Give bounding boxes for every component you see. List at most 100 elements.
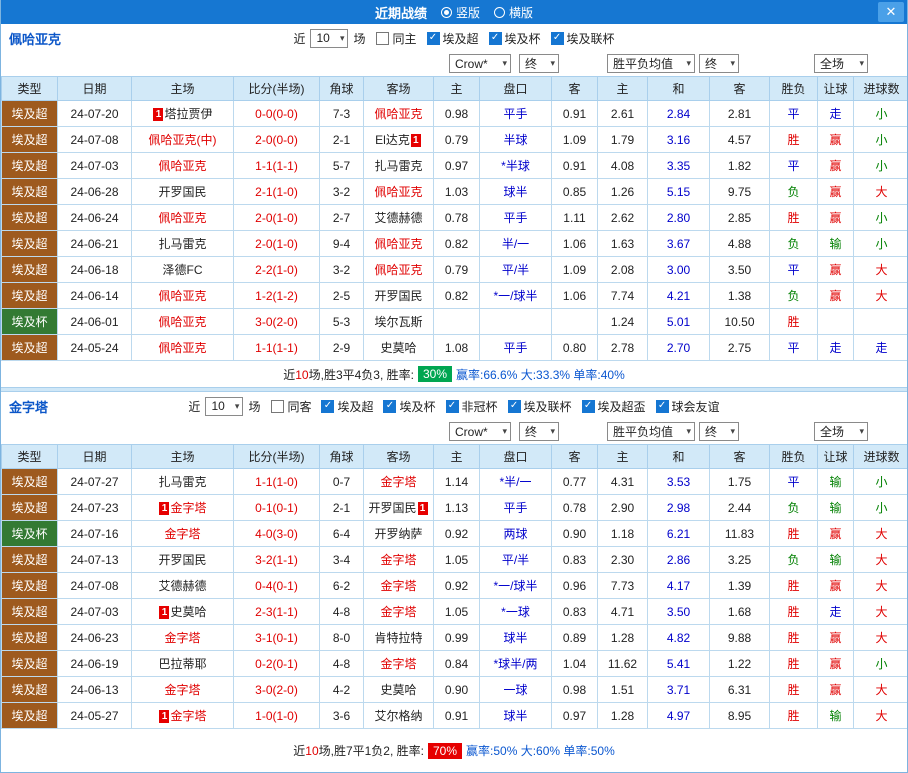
corner-cell: 0-7 [319,468,364,495]
checkbox-icon[interactable]: ✓ [426,31,440,45]
team-name-text: 金字塔 [164,527,201,541]
column-header: 客 [709,76,770,101]
handicap-result-cell: 赢 [817,650,854,677]
filter-checkbox[interactable]: ✓ 埃及超盃 [581,398,646,415]
handicap-cell [479,308,552,335]
column-header: 和 [647,444,710,469]
layout-radio-vertical[interactable]: 竖版 [440,4,480,21]
score-cell: 3-0(2-0) [233,308,320,335]
match-row: 埃及超 24-07-13 开罗国民 3-2(1-1) 3-4 金字塔 1.05 平/半 0.83… [1,546,907,573]
result-cell: 胜 [769,624,818,651]
summary-text: 近10场,胜3平4负3, 胜率: [283,366,414,383]
bookmaker-select[interactable]: Crow* [449,54,511,73]
euro-home-cell: 1.79 [597,126,648,153]
team-name-text: 金字塔 [380,553,417,567]
checkbox-icon[interactable] [271,399,285,413]
checkbox-icon[interactable]: ✓ [445,399,459,413]
home-team-cell: 佩哈亚克 [131,204,234,231]
filter-checkbox[interactable]: ✓ 埃及联杯 [507,398,572,415]
radio-horizontal-label: 横版 [509,5,534,20]
handicap-cell: 平手 [479,494,552,521]
filter-checkbox[interactable]: 同客 [271,398,311,415]
avg-time-select[interactable]: 终 [699,54,739,73]
checkbox-icon[interactable]: ✓ [581,399,595,413]
euro-away-cell: 1.22 [709,650,770,677]
team-name-text: 佩哈亚克 [374,263,423,277]
close-icon[interactable]: ✕ [878,2,904,22]
corner-cell: 6-4 [319,520,364,547]
handicap-result-cell: 赢 [817,572,854,599]
filter-checkbox[interactable]: ✓ 非冠杯 [445,398,498,415]
radio-selected-icon[interactable] [440,6,452,18]
match-count-select[interactable]: 10 [205,396,244,416]
bookmaker-select[interactable]: Crow* [449,422,511,441]
result-cell: 胜 [769,126,818,153]
match-row: 埃及超 24-06-21 扎马雷克 2-0(1-0) 9-4 佩哈亚克 0.82 半/一 1.0… [1,230,907,257]
avg-type-select[interactable]: 胜平负均值 [607,422,695,441]
checkbox-icon[interactable]: ✓ [507,399,521,413]
away-team-cell: 开罗国民 [363,282,434,309]
home-team-cell: 佩哈亚克 [131,334,234,361]
handicap-cell: 球半 [479,624,552,651]
scope-value: 全场 [820,57,845,71]
odds-time-select[interactable]: 终 [519,422,559,441]
filter-checkbox[interactable]: ✓ 埃及杯 [488,30,541,47]
corner-cell: 3-4 [319,546,364,573]
home-team-cell: 佩哈亚克 [131,308,234,335]
corner-cell: 7-3 [319,100,364,127]
away-odds-cell [551,308,598,335]
match-date-cell: 24-06-19 [57,650,132,677]
radio-unselected-icon[interactable] [494,6,505,18]
filter-checkbox[interactable]: ✓ 球会友谊 [655,398,720,415]
filter-checkbox[interactable]: ✓ 埃及超 [321,398,373,415]
euro-home-cell: 1.63 [597,230,648,257]
euro-home-cell: 4.71 [597,598,648,625]
handicap-cell: 半/一 [479,230,552,257]
checkbox-icon[interactable]: ✓ [383,399,397,413]
score-cell: 1-2(1-2) [233,282,320,309]
odds-time-select[interactable]: 终 [519,54,559,73]
red-card-badge: 1 [159,502,170,515]
filter-checkbox-label: 埃及联杯 [523,399,572,414]
league-type-cell: 埃及超 [1,494,58,521]
filter-checkbox[interactable]: 同主 [376,30,417,47]
summary-rates: 赢率:50% 大:60% 单率:50% [466,744,615,758]
checkbox-icon[interactable]: ✓ [488,31,502,45]
avg-type-select[interactable]: 胜平负均值 [607,54,695,73]
corner-cell: 5-7 [319,152,364,179]
checkbox-icon[interactable]: ✓ [655,399,669,413]
match-count-value: 10 [211,399,225,413]
away-team-cell: 史莫哈 [363,334,434,361]
home-odds-cell: 0.79 [433,126,480,153]
layout-radio-horizontal[interactable]: 横版 [494,4,533,21]
handicap-cell: 平手 [479,334,552,361]
score-cell: 0-0(0-0) [233,100,320,127]
avg-time-select[interactable]: 终 [699,422,739,441]
away-odds-cell: 0.96 [551,572,598,599]
away-odds-cell: 1.09 [551,256,598,283]
team-name-text: 开罗纳萨 [374,527,423,541]
filter-checkbox[interactable]: ✓ 埃及联杯 [550,30,615,47]
scope-select[interactable]: 全场 [814,54,868,73]
goals-result-cell: 大 [853,178,907,205]
checkbox-icon[interactable]: ✓ [321,399,335,413]
scope-select[interactable]: 全场 [814,422,868,441]
match-date-cell: 24-06-18 [57,256,132,283]
filter-checkbox[interactable]: ✓ 埃及杯 [383,398,436,415]
match-row: 埃及超 24-07-20 1 塔拉贾伊 0-0(0-0) 7-3 佩哈亚克 0.98 平手 0.9… [1,100,907,127]
match-row: 埃及超 24-06-28 开罗国民 2-1(1-0) 3-2 佩哈亚克 1.03 球半 0.85… [1,178,907,205]
home-odds-cell: 0.82 [433,282,480,309]
checkbox-icon[interactable]: ✓ [550,31,564,45]
team-name-text: 艾德赫德 [374,211,423,225]
checkbox-icon[interactable] [376,31,390,45]
match-row: 埃及超 24-06-18 泽德FC 2-2(1-0) 3-2 佩哈亚克 0.79 平/半 1.0… [1,256,907,283]
away-team-cell: 开罗国民 1 [363,494,434,521]
filter-checkbox[interactable]: ✓ 埃及超 [426,30,479,47]
window-title: 近期战绩 [374,5,427,21]
goals-result-cell: 大 [853,572,907,599]
match-count-select[interactable]: 10 [310,28,349,48]
euro-away-cell: 2.75 [709,334,770,361]
corner-cell: 3-6 [319,702,364,729]
home-team-cell: 金字塔 [131,520,234,547]
summary-prefix: 近 [283,367,296,382]
